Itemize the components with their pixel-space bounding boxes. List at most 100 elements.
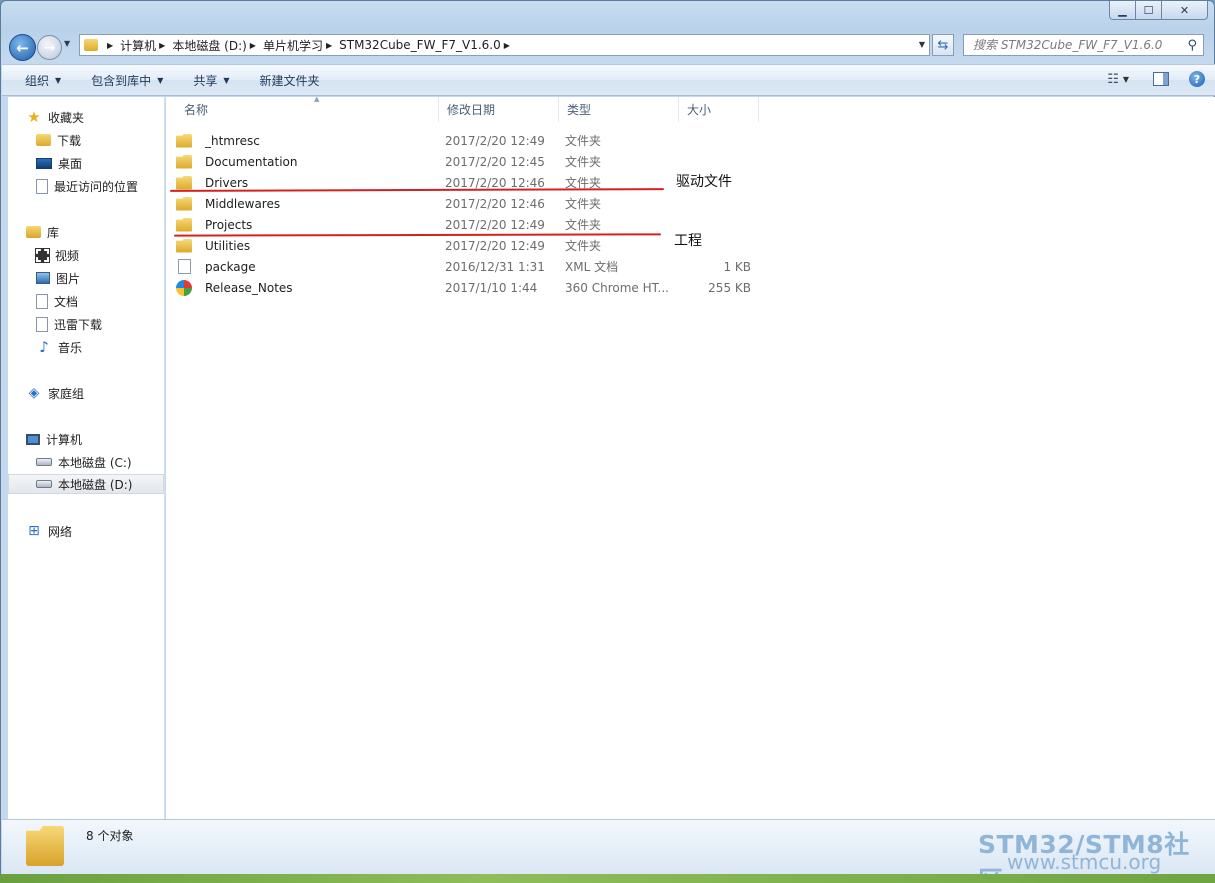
document-icon — [36, 293, 48, 309]
forward-button[interactable]: → — [37, 35, 62, 60]
search-box[interactable]: ⚲ — [963, 34, 1204, 56]
file-row[interactable]: Middlewares 2017/2/20 12:46 文件夹 — [176, 193, 776, 214]
file-row[interactable]: _htmresc 2017/2/20 12:49 文件夹 — [176, 130, 776, 151]
window-controls: ▁ ☐ ✕ — [1109, 1, 1208, 20]
column-label: 名称 — [184, 103, 209, 117]
file-modified: 2016/12/31 1:31 — [445, 259, 545, 274]
nav-item-music[interactable]: ♪ 音乐 — [36, 337, 82, 357]
nav-item-homegroup[interactable]: ◈ 家庭组 — [26, 383, 84, 403]
chevron-right-icon[interactable]: ▶ — [250, 41, 256, 50]
file-size: 255 KB — [708, 280, 751, 295]
file-type: XML 文档 — [565, 260, 619, 274]
folder-icon — [176, 196, 192, 211]
nav-item-videos[interactable]: 视频 — [35, 245, 80, 265]
chevron-right-icon[interactable]: ▶ — [326, 41, 332, 50]
file-type: 文件夹 — [565, 239, 602, 253]
nav-item-libraries[interactable]: 库 — [26, 222, 59, 242]
file-modified: 2017/1/10 1:44 — [445, 280, 538, 295]
nav-item-drive-d[interactable]: 本地磁盘 (D:) — [8, 474, 164, 494]
nav-label: 计算机 — [46, 432, 83, 447]
close-button[interactable]: ✕ — [1162, 1, 1208, 20]
include-in-library-button[interactable]: 包含到库中 ▼ — [91, 72, 163, 89]
view-options-dropdown[interactable]: ▼ — [1123, 75, 1129, 84]
new-folder-button[interactable]: 新建文件夹 — [260, 72, 320, 89]
nav-item-recent[interactable]: 最近访问的位置 — [36, 176, 138, 196]
nav-item-pictures[interactable]: 图片 — [36, 268, 80, 288]
nav-label: 网络 — [48, 524, 73, 539]
file-modified: 2017/2/20 12:46 — [445, 196, 545, 211]
caret-down-icon: ▼ — [157, 75, 164, 85]
nav-label: 最近访问的位置 — [54, 179, 139, 194]
help-icon[interactable]: ? — [1189, 71, 1205, 87]
recent-pages-dropdown[interactable]: ▼ — [64, 39, 70, 48]
view-options-icon[interactable]: ☷ — [1107, 72, 1119, 87]
music-note-icon: ♪ — [39, 338, 49, 356]
nav-label: 本地磁盘 (C:) — [58, 455, 132, 470]
command-toolbar: 组织 ▼ 包含到库中 ▼ 共享 ▼ 新建文件夹 ☷ ▼ ? — [2, 64, 1215, 96]
breadcrumb-stm32cube[interactable]: STM32Cube_FW_F7_V1.6.0 — [339, 38, 501, 52]
file-row[interactable]: package 2016/12/31 1:31 XML 文档 1 KB — [176, 256, 776, 277]
address-history-dropdown[interactable]: ▼ — [919, 40, 925, 49]
search-icon[interactable]: ⚲ — [1187, 38, 1197, 53]
breadcrumb-drive-d[interactable]: 本地磁盘 (D:) — [172, 37, 246, 54]
nav-item-xunlei[interactable]: 迅雷下载 — [36, 314, 102, 334]
include-library-label: 包含到库中 — [91, 73, 152, 88]
column-label: 修改日期 — [447, 103, 496, 117]
item-count: 8 个对象 — [86, 829, 134, 843]
organize-label: 组织 — [25, 73, 50, 88]
recent-places-icon — [36, 178, 48, 194]
nav-item-favorites[interactable]: ★ 收藏夹 — [26, 107, 84, 127]
title-bar: ▁ ☐ ✕ — [1, 1, 1214, 29]
chevron-right-icon[interactable]: ▶ — [159, 41, 165, 50]
nav-label: 迅雷下载 — [54, 317, 103, 332]
column-header-size[interactable]: 大小 — [679, 97, 759, 122]
nav-item-downloads[interactable]: 下载 — [36, 130, 81, 150]
file-row[interactable]: Documentation 2017/2/20 12:45 文件夹 — [176, 151, 776, 172]
system-drive-icon — [36, 458, 52, 466]
refresh-button[interactable]: ⇆ — [932, 34, 954, 56]
file-name: package — [205, 259, 256, 274]
breadcrumb-computer[interactable]: 计算机 — [120, 37, 156, 54]
file-modified: 2017/2/20 12:49 — [445, 217, 545, 232]
file-modified: 2017/2/20 12:45 — [445, 154, 545, 169]
library-icon — [26, 226, 41, 238]
nav-item-desktop[interactable]: 桌面 — [36, 153, 82, 173]
folder-icon — [176, 154, 192, 169]
folder-icon — [176, 238, 192, 253]
arrow-right-icon: → — [43, 39, 56, 56]
search-input[interactable] — [973, 38, 1173, 52]
address-bar[interactable]: ▶ 计算机 ▶ 本地磁盘 (D:) ▶ 单片机学习 ▶ STM32Cube_FW… — [79, 34, 930, 56]
breadcrumb-mcu-study[interactable]: 单片机学习 — [263, 37, 323, 54]
back-button[interactable]: ← — [9, 34, 36, 61]
column-header-type[interactable]: 类型 — [559, 97, 679, 122]
homegroup-icon: ◈ — [28, 385, 40, 401]
picture-icon — [36, 272, 50, 284]
xml-file-icon — [178, 259, 191, 274]
nav-label: 视频 — [55, 248, 80, 263]
arrow-left-icon: ← — [16, 38, 29, 57]
column-header-modified[interactable]: 修改日期 — [439, 97, 559, 122]
nav-item-documents[interactable]: 文档 — [36, 291, 78, 311]
chevron-right-icon[interactable]: ▶ — [107, 41, 113, 50]
nav-label: 文档 — [54, 294, 79, 309]
nav-label: 库 — [47, 225, 60, 240]
nav-item-drive-c[interactable]: 本地磁盘 (C:) — [36, 452, 132, 472]
chevron-right-icon[interactable]: ▶ — [504, 41, 510, 50]
file-row[interactable]: Release_Notes 2017/1/10 1:44 360 Chrome … — [176, 277, 776, 298]
nav-item-network[interactable]: ⊞ 网络 — [26, 521, 72, 541]
caret-down-icon: ▼ — [55, 75, 62, 85]
column-header-name[interactable]: ▲ 名称 — [176, 95, 439, 122]
status-bar: 8 个对象 STM32/STM8社区 www.stmcu.org — [2, 819, 1215, 883]
nav-item-computer[interactable]: 计算机 — [26, 429, 82, 449]
share-button[interactable]: 共享 ▼ — [193, 72, 229, 89]
folder-icon — [26, 826, 64, 866]
minimize-button[interactable]: ▁ — [1109, 1, 1136, 20]
downloads-folder-icon — [36, 134, 51, 146]
preview-pane-icon[interactable] — [1153, 72, 1169, 86]
file-type: 360 Chrome HT... — [565, 280, 669, 295]
maximize-button[interactable]: ☐ — [1136, 1, 1162, 20]
file-type: 文件夹 — [565, 197, 602, 211]
organize-button[interactable]: 组织 ▼ — [25, 72, 61, 89]
share-label: 共享 — [193, 73, 218, 88]
file-name: Release_Notes — [205, 280, 293, 295]
